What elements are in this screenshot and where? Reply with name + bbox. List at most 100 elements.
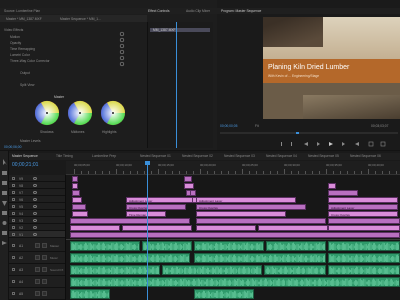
track-lock-icon[interactable] bbox=[12, 198, 15, 201]
track-lock-icon[interactable] bbox=[12, 256, 15, 259]
audio-clip[interactable] bbox=[194, 289, 254, 299]
track-eye-icon[interactable] bbox=[33, 226, 37, 229]
track-lock-icon[interactable] bbox=[12, 184, 15, 187]
track-eye-icon[interactable] bbox=[33, 233, 37, 236]
track-lock-icon[interactable] bbox=[12, 244, 15, 247]
video-clip[interactable] bbox=[70, 225, 120, 231]
timeline-tab[interactable]: Master Sequence bbox=[12, 154, 38, 158]
audio-clip[interactable] bbox=[266, 241, 326, 251]
program-scrubber[interactable] bbox=[220, 132, 398, 134]
video-clip[interactable] bbox=[328, 218, 400, 224]
tool-icons[interactable] bbox=[0, 157, 9, 267]
track-lock-icon[interactable] bbox=[12, 226, 15, 229]
video-clip[interactable] bbox=[72, 211, 88, 217]
video-clip[interactable] bbox=[72, 190, 80, 196]
track-eye-icon[interactable] bbox=[33, 219, 37, 222]
tab-effect-controls[interactable]: Effect Controls bbox=[148, 9, 170, 13]
solo-button[interactable] bbox=[42, 267, 47, 272]
timeline-tab[interactable]: Nested Sequence 06 bbox=[350, 154, 381, 158]
effect-motion[interactable]: Motion bbox=[10, 35, 20, 39]
video-clip[interactable] bbox=[196, 218, 326, 224]
track-lock-icon[interactable] bbox=[12, 205, 15, 208]
header-clip[interactable]: Master * MM_1387.MXF bbox=[6, 17, 42, 21]
effect-keyframe-area[interactable]: MM_1387.MXF bbox=[147, 22, 213, 148]
tab-audio-clip-mixer[interactable]: Audio Clip Mixer bbox=[186, 9, 210, 13]
timeline-playhead[interactable] bbox=[147, 161, 148, 300]
timeline-tab[interactable]: Nested Sequence 01 bbox=[140, 154, 171, 158]
sub-output[interactable]: Output bbox=[20, 71, 30, 75]
video-clip[interactable] bbox=[184, 176, 192, 182]
track-lock-icon[interactable] bbox=[12, 280, 15, 283]
video-clip[interactable] bbox=[328, 190, 358, 196]
program-scrub-head[interactable] bbox=[296, 132, 299, 134]
video-clip[interactable] bbox=[184, 183, 194, 189]
fx-toggle-icons[interactable] bbox=[117, 31, 127, 71]
video-clip[interactable] bbox=[196, 211, 286, 217]
track-eye-icon[interactable] bbox=[33, 212, 37, 215]
audio-clip[interactable] bbox=[194, 241, 264, 251]
track-lock-icon[interactable] bbox=[12, 212, 15, 215]
video-clip-labeled[interactable]: Cross Overlay bbox=[328, 211, 398, 217]
video-clip[interactable] bbox=[196, 225, 256, 231]
mute-button[interactable] bbox=[35, 243, 40, 248]
video-clip[interactable] bbox=[70, 218, 190, 224]
audio-clip[interactable] bbox=[162, 265, 262, 275]
timeline-tab[interactable]: Nested Sequence 02 bbox=[182, 154, 213, 158]
video-clip[interactable] bbox=[72, 176, 78, 182]
solo-button[interactable] bbox=[42, 243, 47, 248]
track-eye-icon[interactable] bbox=[33, 198, 37, 201]
audio-clip[interactable] bbox=[70, 277, 400, 287]
video-clip[interactable] bbox=[328, 197, 398, 203]
solo-button[interactable] bbox=[42, 255, 47, 260]
program-fit[interactable]: Fit bbox=[255, 124, 259, 128]
track-lock-icon[interactable] bbox=[12, 292, 15, 295]
transport-controls[interactable] bbox=[279, 140, 389, 148]
header-sequence[interactable]: Master Sequence * MM_1... bbox=[60, 17, 101, 21]
track-eye-icon[interactable] bbox=[33, 205, 37, 208]
track-eye-icon[interactable] bbox=[33, 191, 37, 194]
audio-clip[interactable] bbox=[264, 265, 326, 275]
solo-button[interactable] bbox=[42, 279, 47, 284]
solo-button[interactable] bbox=[42, 291, 47, 296]
timeline-tab[interactable]: Lumberline Prep bbox=[92, 154, 116, 158]
effect-time-remapping[interactable]: Time Remapping bbox=[10, 47, 35, 51]
audio-clip[interactable] bbox=[328, 265, 400, 275]
video-clip[interactable] bbox=[122, 225, 192, 231]
video-clip-labeled[interactable]: Adjustment Layer bbox=[196, 197, 296, 203]
mute-button[interactable] bbox=[35, 291, 40, 296]
effect-opacity[interactable]: Opacity bbox=[10, 41, 21, 45]
video-clip-labeled[interactable]: Adjustment Layer bbox=[328, 204, 398, 210]
video-clip[interactable] bbox=[328, 183, 336, 189]
track-lock-icon[interactable] bbox=[12, 233, 15, 236]
playhead-handle[interactable] bbox=[145, 161, 150, 165]
video-clip[interactable] bbox=[72, 197, 82, 203]
audio-clip[interactable] bbox=[194, 253, 326, 263]
timeline-ruler[interactable]: 00;00;05;00 00;00;10;00 00;00;15;00 00;00;2… bbox=[66, 161, 400, 175]
timeline-tab[interactable]: Nested Sequence 04 bbox=[266, 154, 297, 158]
mute-button[interactable] bbox=[35, 255, 40, 260]
video-clip[interactable] bbox=[72, 183, 78, 189]
audio-clip[interactable] bbox=[70, 253, 190, 263]
timeline-tab[interactable]: Nested Sequence 05 bbox=[308, 154, 339, 158]
tab-program[interactable]: Program: Master Sequence bbox=[221, 9, 261, 13]
track-lock-icon[interactable] bbox=[12, 191, 15, 194]
video-clip-labeled[interactable]: Adjustment Layer bbox=[126, 197, 196, 203]
mute-button[interactable] bbox=[35, 267, 40, 272]
track-eye-icon[interactable] bbox=[33, 184, 37, 187]
effect-lumetri[interactable]: Lumetri Color bbox=[10, 53, 30, 57]
audio-clip[interactable] bbox=[328, 241, 400, 251]
track-lock-icon[interactable] bbox=[12, 219, 15, 222]
track-lock-icon[interactable] bbox=[12, 268, 15, 271]
video-clip[interactable] bbox=[72, 204, 86, 210]
video-clip[interactable] bbox=[70, 232, 400, 238]
audio-clip[interactable] bbox=[328, 253, 400, 263]
keyframe-playhead[interactable] bbox=[176, 22, 177, 148]
video-clip[interactable] bbox=[328, 225, 400, 231]
tab-source[interactable]: Source: Lumberline Plan bbox=[4, 9, 40, 13]
video-clip-labeled[interactable]: Time Remap bbox=[126, 211, 166, 217]
timeline-tab[interactable]: Nested Sequence 03 bbox=[224, 154, 255, 158]
sub-split-view[interactable]: Split View bbox=[20, 83, 34, 87]
track-lock-icon[interactable] bbox=[12, 177, 15, 180]
video-clip[interactable] bbox=[258, 225, 328, 231]
audio-clip[interactable] bbox=[142, 241, 192, 251]
